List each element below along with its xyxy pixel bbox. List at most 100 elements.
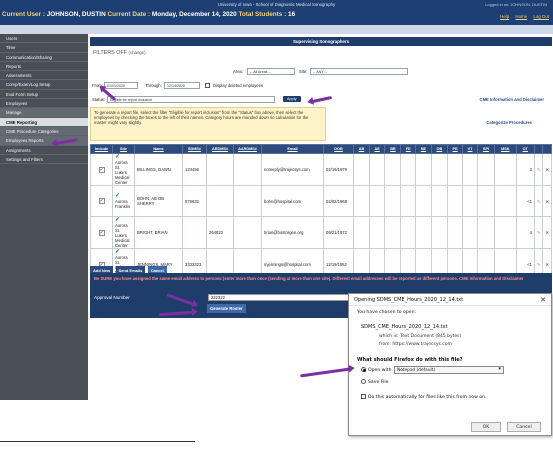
- table-row: ✓ ✔ Aurora Franklin BOHN, AB OB SHERRY 8…: [90, 185, 552, 217]
- delete-x-icon[interactable]: ✕: [545, 199, 549, 204]
- name-cell: BOHN, AB OB SHERRY: [134, 185, 183, 217]
- sidebar-item-reports[interactable]: Reports: [0, 62, 88, 72]
- close-icon[interactable]: ✕: [540, 294, 546, 306]
- site-cell: Aurora Franklin: [115, 199, 130, 209]
- sidebar-item-assignments[interactable]: Assignments: [0, 146, 88, 155]
- date-row: From: 01/01/2020 Through: 12/14/2020 Dis…: [90, 82, 552, 91]
- sdms-cell: [182, 216, 207, 249]
- generate-roster-button[interactable]: Generate Roster: [207, 304, 246, 313]
- display-deleted-checkbox[interactable]: [205, 83, 210, 88]
- sidebar-item-cme-categories[interactable]: CME Procedure Categories: [0, 126, 88, 137]
- total-students-label: Total Students :: [238, 11, 287, 18]
- sidebar-item-manage[interactable]: Manage: [0, 108, 88, 118]
- dialog-cancel-button[interactable]: Cancel: [507, 422, 541, 432]
- include-checkbox[interactable]: ✓: [98, 198, 105, 204]
- header-strip: [0, 25, 553, 34]
- col-include[interactable]: Include: [90, 144, 113, 154]
- approval-number-label: Approval Number: [94, 295, 130, 300]
- col-ne: NE: [415, 144, 432, 154]
- home-link[interactable]: Home: [515, 14, 527, 19]
- name-cell: BRIGHT, BRIAN: [134, 216, 183, 249]
- help-link[interactable]: Help: [500, 14, 509, 19]
- sidebar: Users Time Communication/Sharing Reports…: [0, 34, 88, 400]
- area-select[interactable]: -- All Areas --: [247, 68, 295, 75]
- open-with-select[interactable]: Notepad (default): [394, 366, 504, 374]
- col-pe: PE: [447, 144, 464, 154]
- auto-checkbox[interactable]: [361, 394, 366, 399]
- from-date-input[interactable]: 01/01/2020: [104, 82, 138, 89]
- panel-title: Supervising Sonographers: [90, 37, 552, 46]
- filters-label: FILTERS OFF: [93, 50, 128, 56]
- sidebar-item-communication[interactable]: Communication/Sharing: [0, 53, 88, 62]
- col-ot: OT: [515, 144, 535, 154]
- delete-x-icon[interactable]: ✕: [545, 167, 549, 172]
- col-sdms[interactable]: SDMS#: [182, 144, 207, 154]
- through-date-input[interactable]: 12/14/2020: [164, 82, 200, 89]
- name-cell: BILLINGS, DAWN: [134, 153, 183, 186]
- employee-table: Include Site Name SDMS# ARDMS# AARDMS# E…: [90, 144, 552, 281]
- col-site[interactable]: Site: [112, 144, 135, 154]
- sidebar-item-comp-exam-log[interactable]: Comp/Exam/Log Setup: [0, 80, 88, 90]
- col-aardms[interactable]: AARDMS#: [233, 144, 262, 154]
- delete-x-icon[interactable]: ✕: [545, 230, 549, 235]
- open-with-option[interactable]: Open with: [361, 367, 391, 373]
- save-file-option[interactable]: Save File: [361, 379, 388, 385]
- col-br: BR: [384, 144, 402, 154]
- total-students-value: 16: [288, 11, 296, 18]
- save-file-label: Save File: [368, 380, 389, 385]
- aardms-cell: [233, 216, 262, 249]
- dialog-chosen-text: You have chosen to open:: [357, 310, 417, 315]
- edit-pencil-icon[interactable]: ✎: [537, 199, 541, 204]
- dialog-file-source: from: https://www.trajecsys.com: [379, 342, 452, 347]
- dialog-filename: SDMS_CME_Hours_2020_12_14.txt: [361, 324, 448, 330]
- sidebar-item-employees[interactable]: Employees: [0, 99, 88, 109]
- auto-label: Do this automatically for files like thi…: [368, 395, 487, 400]
- col-dob[interactable]: DOB: [323, 144, 354, 154]
- save-file-radio[interactable]: [361, 379, 366, 384]
- auto-option[interactable]: Do this automatically for files like thi…: [361, 394, 487, 400]
- ok-button[interactable]: OK: [471, 422, 501, 432]
- open-with-label: Open with: [368, 368, 392, 373]
- categorize-procedures-link[interactable]: Categorize Procedures: [486, 120, 532, 125]
- aardms-cell: [233, 153, 262, 186]
- delete-x-icon[interactable]: ✕: [545, 262, 549, 267]
- login-status: Logged in as: JOHNSON, DUSTIN: [485, 2, 547, 7]
- sidebar-item-settings[interactable]: Settings and Filters: [0, 155, 88, 165]
- dialog-file-type: which is: Text Document (845 bytes): [379, 334, 462, 339]
- cme-info-link[interactable]: CME Information and Disclaimer: [480, 97, 544, 102]
- col-name[interactable]: Name: [134, 144, 183, 154]
- col-vt: VT: [462, 144, 478, 154]
- edit-pencil-icon[interactable]: ✎: [537, 167, 541, 172]
- sdms-cell: 876632: [182, 185, 207, 217]
- aardms-cell: [233, 185, 262, 217]
- sidebar-item-users[interactable]: Users: [0, 34, 88, 44]
- col-ae: AE: [368, 144, 386, 154]
- edit-pencil-icon[interactable]: ✎: [537, 230, 541, 235]
- current-user-value: JOHNSON, DUSTIN: [46, 11, 106, 18]
- include-checkbox[interactable]: ✓: [98, 229, 105, 236]
- apply-button[interactable]: Apply: [283, 96, 301, 102]
- edit-pencil-icon[interactable]: ✎: [537, 262, 541, 267]
- sidebar-item-time[interactable]: Time: [0, 43, 88, 53]
- status-select[interactable]: Eligible for report inclusion: [107, 96, 275, 103]
- include-checkbox[interactable]: ✓: [98, 166, 105, 173]
- sidebar-item-assessments[interactable]: Assessments: [0, 71, 88, 81]
- open-with-radio[interactable]: [361, 367, 366, 372]
- logout-link[interactable]: Log Out: [533, 14, 549, 19]
- col-ardms[interactable]: ARDMS#: [206, 144, 234, 154]
- display-deleted-label: Display deleted employees: [213, 83, 264, 88]
- divider-line: [0, 441, 195, 442]
- site-select[interactable]: -- ANY --: [310, 68, 408, 75]
- filters-change-link[interactable]: (change): [129, 50, 146, 55]
- top-banner: University of Iowa - School of Diagnosti…: [0, 0, 553, 25]
- email-cell: nomeply@trajecsys.com: [261, 153, 324, 186]
- sidebar-item-cme-reporting[interactable]: CME Reporting: [0, 117, 88, 127]
- col-msk: MSK: [494, 144, 517, 154]
- site-cell: Aurora St. Luke's Medical Center: [115, 160, 130, 185]
- dialog-question: What should Firefox do with this file?: [357, 357, 463, 363]
- sidebar-item-eval-form[interactable]: Eval Form Setup: [0, 90, 88, 100]
- col-email[interactable]: Email: [261, 144, 324, 154]
- ardms-cell: [206, 185, 234, 217]
- table-row: ✓ ✔ Aurora St. Luke's Medical Center BIL…: [90, 153, 552, 186]
- header-links: Help Home Log Out: [495, 14, 549, 19]
